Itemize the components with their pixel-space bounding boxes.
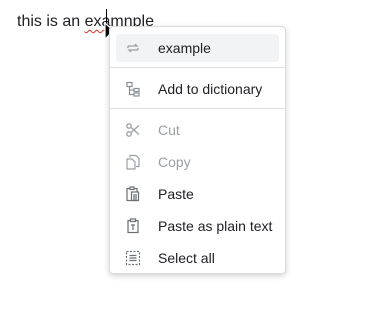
dictionary-icon (124, 80, 142, 98)
copy-item[interactable]: Copy (116, 148, 279, 176)
spelling-suggestion-item[interactable]: example (116, 34, 279, 62)
select-all-icon (124, 249, 142, 267)
copy-label: Copy (158, 154, 191, 170)
add-to-dictionary-label: Add to dictionary (158, 81, 263, 97)
select-all-label: Select all (158, 250, 215, 266)
paste-item[interactable]: Paste (116, 180, 279, 208)
spelling-suggestion-label: example (158, 40, 211, 56)
add-to-dictionary-item[interactable]: Add to dictionary (116, 75, 279, 103)
editor-text-before: this is an (17, 13, 85, 30)
menu-separator (110, 67, 285, 68)
cut-item[interactable]: Cut (116, 116, 279, 144)
copy-icon (124, 153, 142, 171)
clipboard-text-icon (124, 217, 142, 235)
context-menu: example Add to dictionary Cut Copy Paste… (109, 26, 286, 274)
scissors-icon (124, 121, 142, 139)
paste-as-plain-text-item[interactable]: Paste as plain text (116, 212, 279, 240)
replace-icon (124, 39, 142, 57)
paste-as-plain-text-label: Paste as plain text (158, 218, 273, 234)
select-all-item[interactable]: Select all (116, 244, 279, 272)
paste-icon (124, 185, 142, 203)
cut-label: Cut (158, 122, 180, 138)
menu-separator (110, 108, 285, 109)
paste-label: Paste (158, 186, 194, 202)
